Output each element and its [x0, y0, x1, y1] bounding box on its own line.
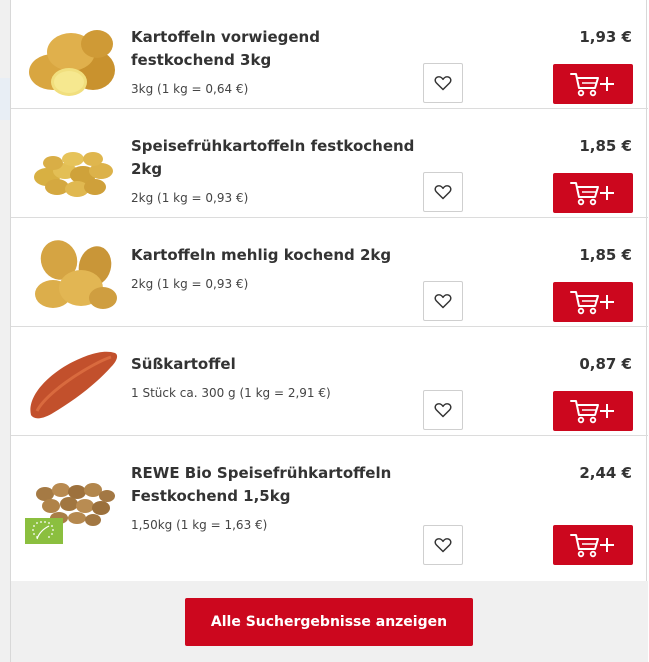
product-image[interactable]: [23, 12, 121, 98]
product-title[interactable]: Speisefrühkartoffeln festkochend 2kg: [131, 135, 421, 181]
product-unit-price: 2kg (1 kg = 0,93 €): [131, 277, 249, 291]
product-title[interactable]: REWE Bio Speisefrühkartoffeln Festkochen…: [131, 462, 421, 508]
product-row[interactable]: Kartoffeln mehlig kochend 2kg 2kg (1 kg …: [11, 218, 648, 327]
product-image[interactable]: [23, 121, 121, 207]
search-suggestions-dropdown: Kartoffeln vorwiegend festkochend 3kg 3k…: [10, 0, 648, 662]
product-title[interactable]: Kartoffeln vorwiegend festkochend 3kg: [131, 26, 421, 72]
product-title[interactable]: Süßkartoffel: [131, 353, 421, 376]
product-unit-price: 2kg (1 kg = 0,93 €): [131, 191, 249, 205]
cart-plus-icon: [570, 400, 614, 424]
cart-plus-icon: [570, 534, 614, 558]
favorite-button[interactable]: [423, 525, 463, 565]
product-row[interactable]: Kartoffeln vorwiegend festkochend 3kg 3k…: [11, 0, 648, 109]
product-price: 1,93 €: [579, 28, 632, 46]
dropdown-footer: Alle Suchergebnisse anzeigen: [11, 581, 648, 662]
favorite-button[interactable]: [423, 63, 463, 103]
heart-outline-icon: [434, 185, 452, 200]
eu-organic-badge: [25, 518, 63, 544]
add-to-cart-button[interactable]: [553, 282, 633, 322]
product-unit-price: 1,50kg (1 kg = 1,63 €): [131, 518, 268, 532]
heart-outline-icon: [434, 76, 452, 91]
background-page-strip: [0, 0, 10, 662]
show-all-results-button[interactable]: Alle Suchergebnisse anzeigen: [185, 598, 473, 646]
background-page-accent: [0, 78, 10, 120]
product-price: 2,44 €: [579, 464, 632, 482]
product-image[interactable]: [23, 339, 121, 425]
heart-outline-icon: [434, 403, 452, 418]
product-row[interactable]: Speisefrühkartoffeln festkochend 2kg 2kg…: [11, 109, 648, 218]
favorite-button[interactable]: [423, 172, 463, 212]
favorite-button[interactable]: [423, 281, 463, 321]
product-image[interactable]: [23, 230, 121, 316]
product-row[interactable]: REWE Bio Speisefrühkartoffeln Festkochen…: [11, 436, 648, 581]
product-price: 1,85 €: [579, 137, 632, 155]
product-title[interactable]: Kartoffeln mehlig kochend 2kg: [131, 244, 421, 267]
add-to-cart-button[interactable]: [553, 64, 633, 104]
add-to-cart-button[interactable]: [553, 525, 633, 565]
favorite-button[interactable]: [423, 390, 463, 430]
product-price: 1,85 €: [579, 246, 632, 264]
product-unit-price: 1 Stück ca. 300 g (1 kg = 2,91 €): [131, 386, 331, 400]
heart-outline-icon: [434, 538, 452, 553]
product-price: 0,87 €: [579, 355, 632, 373]
cart-plus-icon: [570, 182, 614, 206]
cart-plus-icon: [570, 291, 614, 315]
product-row[interactable]: Süßkartoffel 1 Stück ca. 300 g (1 kg = 2…: [11, 327, 648, 436]
add-to-cart-button[interactable]: [553, 391, 633, 431]
product-unit-price: 3kg (1 kg = 0,64 €): [131, 82, 249, 96]
cart-plus-icon: [570, 73, 614, 97]
add-to-cart-button[interactable]: [553, 173, 633, 213]
eu-organic-leaf-icon: [25, 518, 63, 544]
heart-outline-icon: [434, 294, 452, 309]
